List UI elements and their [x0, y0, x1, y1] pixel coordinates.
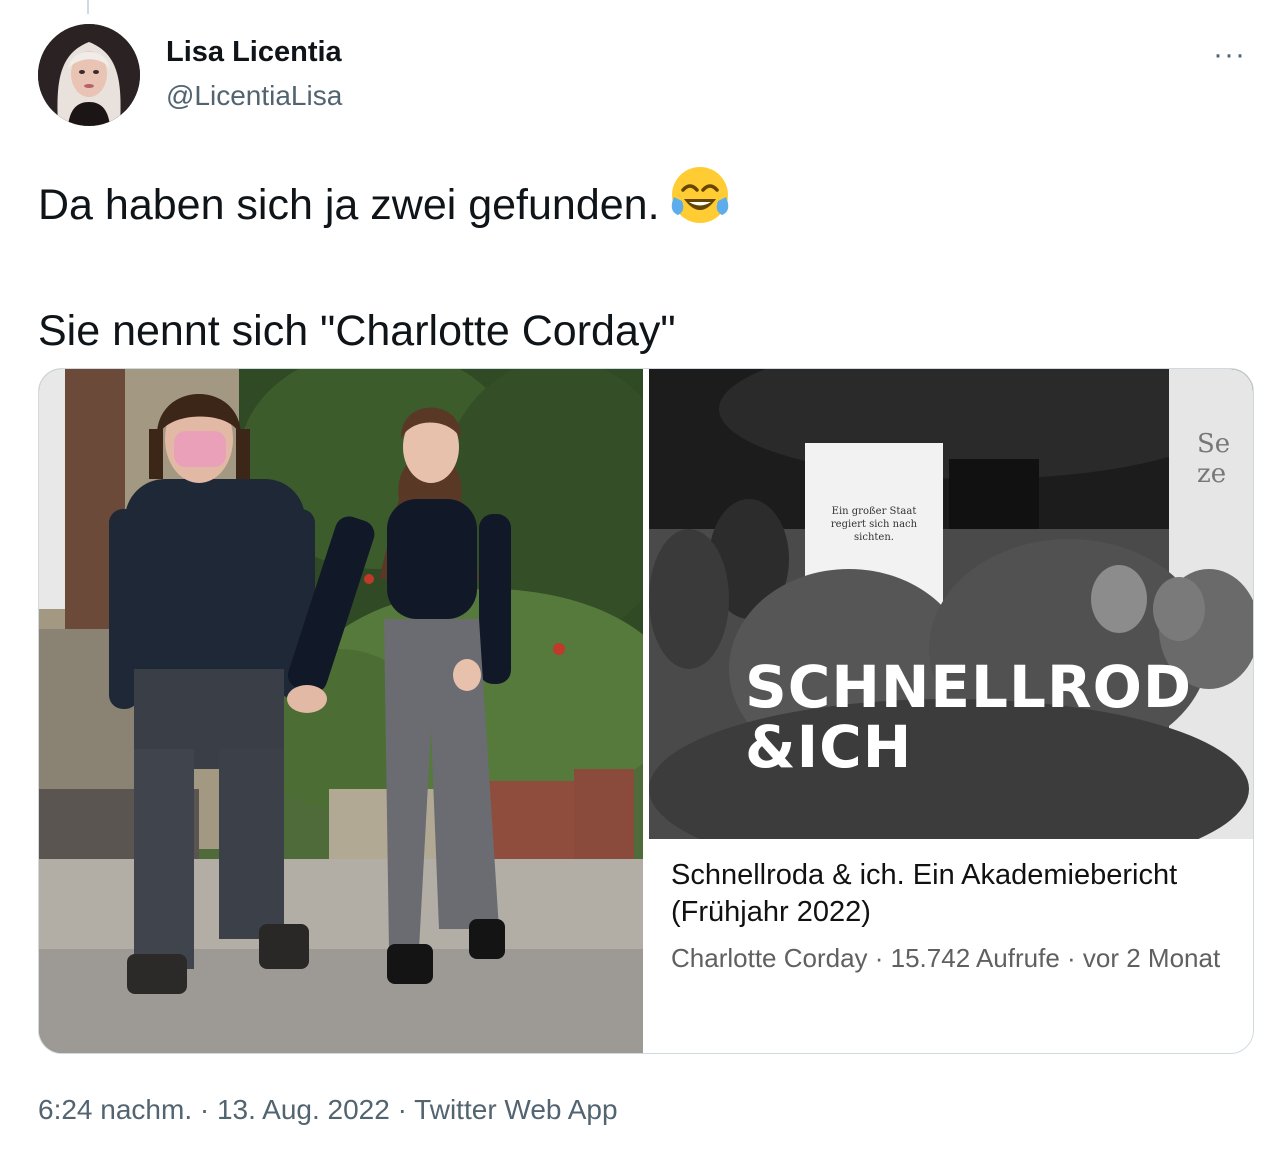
- media-grid: Ein großer Staat regiert sich nach sicht…: [38, 368, 1254, 1054]
- tweet-line-2: Sie nennt sich "Charlotte Corday": [38, 307, 676, 355]
- video-title[interactable]: Schnellroda & ich. Ein Akademiebericht (…: [671, 857, 1253, 931]
- author-handle[interactable]: @LicentiaLisa: [166, 80, 342, 112]
- author-name[interactable]: Lisa Licentia: [166, 36, 342, 69]
- thumbnail-title: SCHNELLROD &ICH: [745, 653, 1193, 781]
- tweet-line-1: Da haben sich ja zwei gefunden.: [38, 181, 660, 229]
- tweet-text: Da haben sich ja zwei gefunden. Sie nenn…: [38, 165, 730, 361]
- youtube-screenshot[interactable]: Ein großer Staat regiert sich nach sicht…: [649, 369, 1253, 1053]
- thread-line: [87, 0, 89, 14]
- video-thumbnail[interactable]: Ein großer Staat regiert sich nach sicht…: [649, 369, 1253, 839]
- face-with-tears-of-joy-icon: [670, 165, 730, 241]
- author-avatar[interactable]: [38, 24, 140, 126]
- tweet-timestamp[interactable]: 6:24 nachm. · 13. Aug. 2022 · Twitter We…: [38, 1094, 618, 1126]
- more-options-icon[interactable]: ···: [1213, 38, 1246, 72]
- photo-couple-walking[interactable]: [39, 369, 643, 1053]
- corner-text: Se ze: [1197, 429, 1231, 489]
- photo-couple-image: [39, 369, 643, 1053]
- avatar-image: [38, 24, 140, 126]
- sign-text: Ein großer Staat regiert sich nach sicht…: [830, 506, 918, 543]
- video-meta: Charlotte Corday · 15.742 Aufrufe · vor …: [671, 943, 1221, 973]
